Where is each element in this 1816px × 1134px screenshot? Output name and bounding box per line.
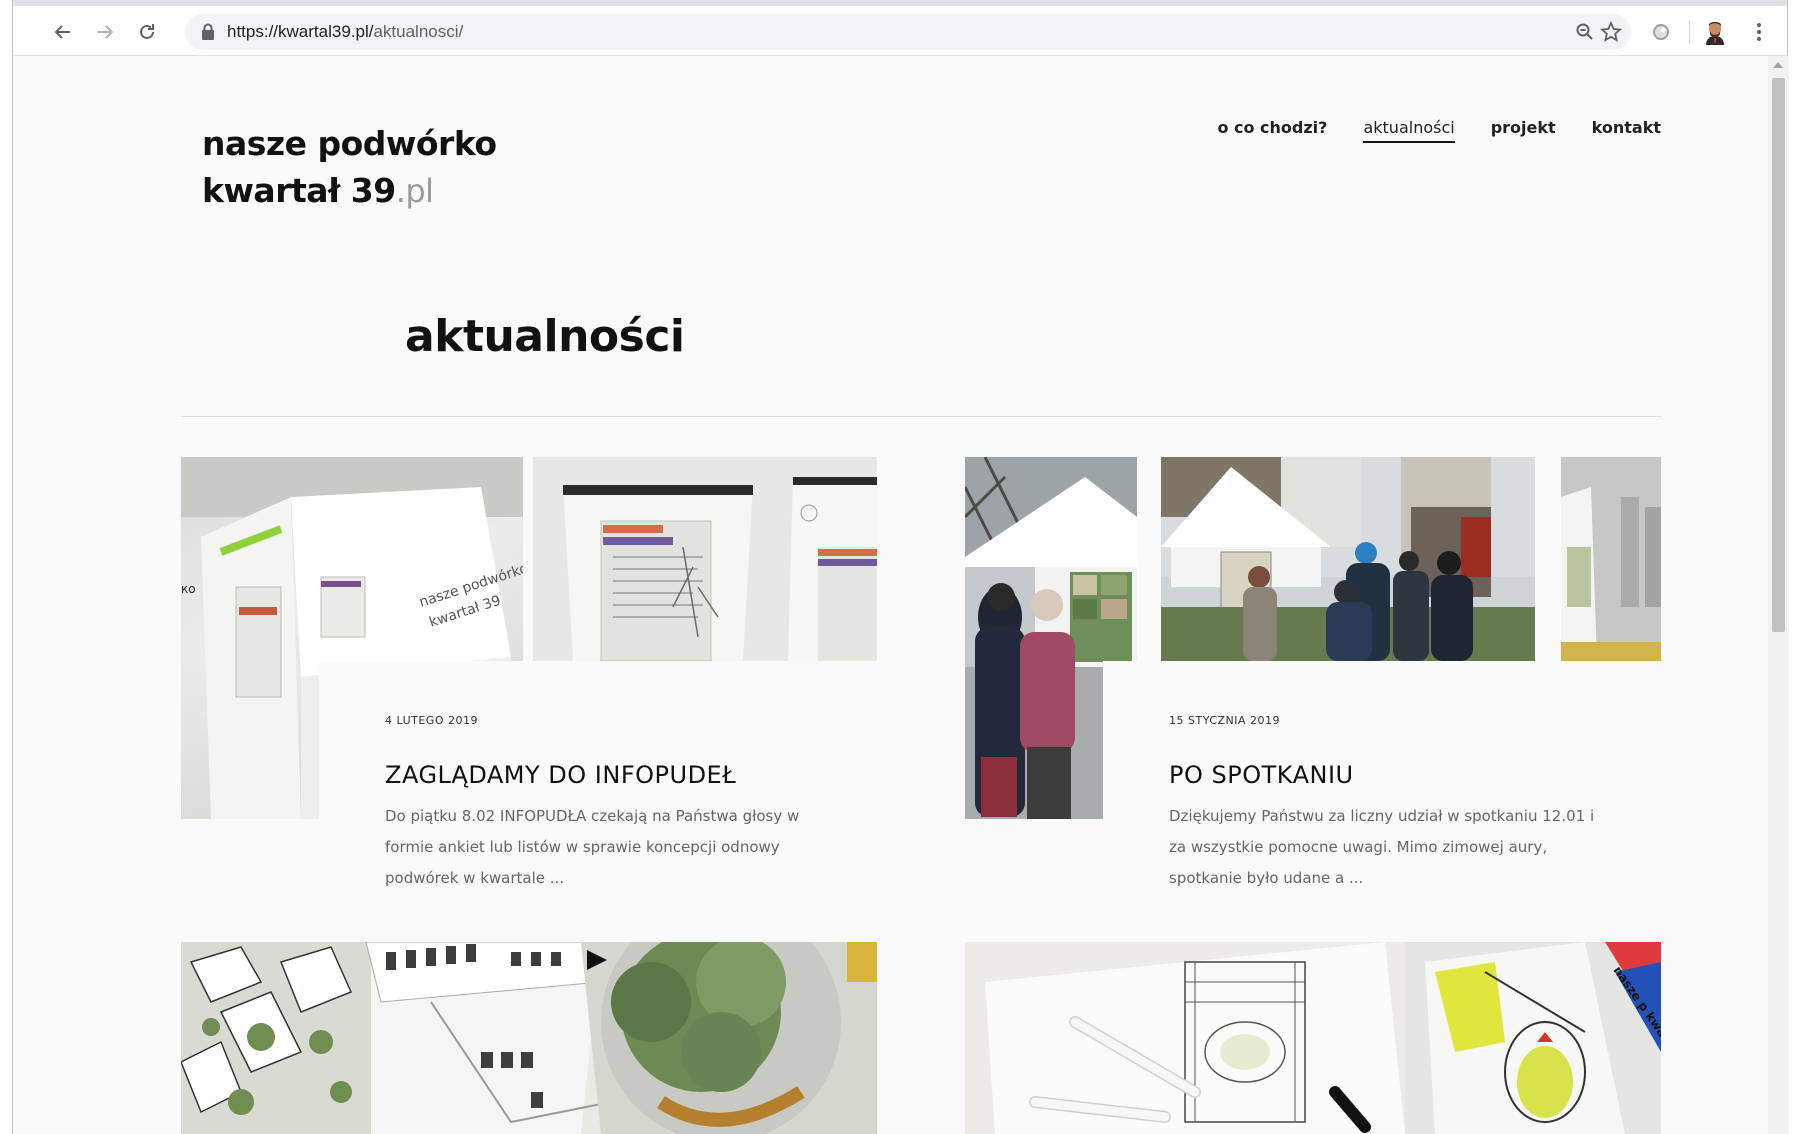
forward-arrow-icon bbox=[98, 25, 114, 39]
wall-illustration bbox=[1561, 457, 1661, 661]
nav-aktualnosci[interactable]: aktualności bbox=[1363, 118, 1455, 143]
title-divider bbox=[181, 416, 1661, 417]
post-photo-site-plan[interactable] bbox=[181, 942, 877, 1134]
profile-avatar-icon bbox=[1706, 22, 1724, 45]
post-photo-tent-main[interactable] bbox=[1161, 457, 1535, 661]
post-title[interactable]: ZAGLĄDAMY DO INFOPUDEŁ bbox=[385, 761, 736, 789]
box-text-3: ко bbox=[181, 582, 196, 596]
browser-menu-button[interactable] bbox=[1743, 16, 1775, 48]
browser-toolbar: https://kwartal39.pl/aktualnosci/ bbox=[13, 6, 1787, 56]
extension-button[interactable] bbox=[1645, 16, 1677, 48]
reload-icon bbox=[140, 24, 154, 39]
post-caption: 15 STYCZNIA 2019 PO SPOTKANIU Dziękujemy… bbox=[1103, 661, 1661, 903]
star-icon bbox=[1600, 21, 1622, 42]
logo-line-2: kwartał 39.pl bbox=[202, 167, 497, 215]
site-logo[interactable]: nasze podwórko kwartał 39.pl bbox=[202, 120, 497, 215]
infobox-poster-illustration bbox=[563, 477, 877, 661]
lock-icon bbox=[202, 23, 214, 40]
nav-kontakt[interactable]: kontakt bbox=[1592, 118, 1661, 143]
scroll-up-arrow-icon[interactable] bbox=[1773, 62, 1783, 68]
browser-window: https://kwartal39.pl/aktualnosci/ nasze … bbox=[12, 0, 1789, 1134]
post-photo-wall[interactable] bbox=[1561, 457, 1661, 661]
post-photo-boxes-right[interactable] bbox=[533, 457, 877, 661]
url-path: aktualnosci/ bbox=[373, 22, 464, 41]
back-button[interactable] bbox=[47, 16, 79, 48]
post-date: 15 STYCZNIA 2019 bbox=[1169, 714, 1281, 727]
post-card-infopudla[interactable]: nasze podwórko kwartał 39 ко 4 LUTEGO 20… bbox=[181, 457, 877, 903]
post-photo-sketches[interactable]: nasze p kwartał 39 bbox=[965, 942, 1661, 1134]
post-card-po-spotkaniu[interactable]: 15 STYCZNIA 2019 PO SPOTKANIU Dziękujemy… bbox=[965, 457, 1661, 903]
forward-button[interactable] bbox=[89, 16, 121, 48]
post-date: 4 LUTEGO 2019 bbox=[385, 714, 478, 727]
logo-suffix: .pl bbox=[395, 172, 434, 210]
back-arrow-icon bbox=[54, 25, 70, 39]
address-bar[interactable]: https://kwartal39.pl/aktualnosci/ bbox=[185, 14, 1631, 50]
web-page: nasze podwórko kwartał 39.pl o co chodzi… bbox=[45, 56, 1768, 1134]
toolbar-separator bbox=[1689, 20, 1690, 44]
post-title[interactable]: PO SPOTKANIU bbox=[1169, 761, 1354, 789]
url-text: https://kwartal39.pl/aktualnosci/ bbox=[227, 22, 463, 42]
extension-icon bbox=[1653, 24, 1669, 40]
menu-dots-icon bbox=[1757, 23, 1761, 41]
zoom-button[interactable] bbox=[1572, 19, 1598, 45]
main-nav: o co chodzi? aktualności projekt kontakt bbox=[1217, 118, 1661, 143]
post-excerpt: Do piątku 8.02 INFOPUDŁA czekają na Pańs… bbox=[385, 807, 800, 887]
nav-o-co-chodzi[interactable]: o co chodzi? bbox=[1217, 118, 1327, 143]
zoom-icon bbox=[1576, 23, 1593, 40]
site-plan-illustration bbox=[181, 942, 877, 1134]
profile-button[interactable] bbox=[1699, 16, 1731, 48]
nav-projekt[interactable]: projekt bbox=[1491, 118, 1556, 143]
url-host: https://kwartal39.pl/ bbox=[227, 22, 374, 41]
reload-button[interactable] bbox=[131, 16, 163, 48]
post-excerpt: Dziękujemy Państwu za liczny udział w sp… bbox=[1169, 807, 1595, 887]
logo-line-1: nasze podwórko bbox=[202, 124, 497, 163]
logo-text: kwartał 39 bbox=[202, 171, 396, 210]
sketches-illustration: nasze p kwartał 39 bbox=[965, 942, 1661, 1134]
meeting-illustration-main bbox=[1161, 457, 1535, 661]
page-scrollbar[interactable] bbox=[1768, 56, 1789, 1134]
post-caption: 4 LUTEGO 2019 ZAGLĄDAMY DO INFOPUDEŁ Do … bbox=[319, 661, 877, 903]
page-title: aktualności bbox=[405, 311, 685, 362]
scrollbar-thumb[interactable] bbox=[1772, 78, 1785, 632]
bookmark-button[interactable] bbox=[1598, 19, 1624, 45]
